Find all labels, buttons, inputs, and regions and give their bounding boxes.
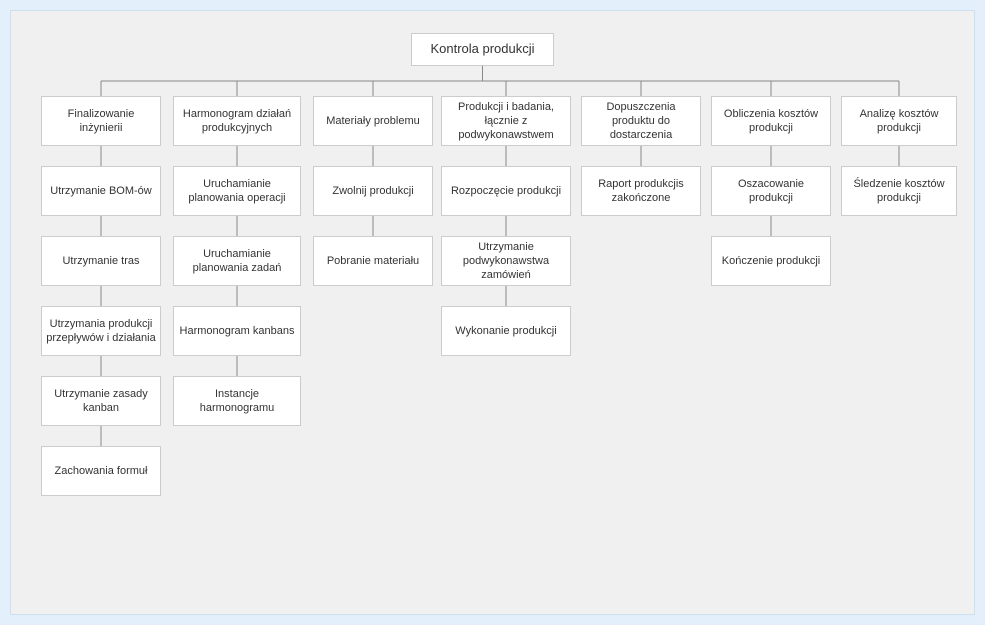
col2-item0: Zwolnij produkcji <box>313 166 433 216</box>
col3-item0: Rozpoczęcie produkcji <box>441 166 571 216</box>
col5-item0: Oszacowanie produkcji <box>711 166 831 216</box>
col0-item1: Utrzymanie tras <box>41 236 161 286</box>
col0-item0: Utrzymanie BOM-ów <box>41 166 161 216</box>
col4-item0: Raport produkcjis zakończone <box>581 166 701 216</box>
col-head-4: Dopuszczenia produktu do dostarczenia <box>581 96 701 146</box>
col1-item2: Harmonogram kanbans <box>173 306 301 356</box>
col-head-3: Produkcji i badania, łącznie z podwykona… <box>441 96 571 146</box>
col-head-0: Finalizowanie inżynierii <box>41 96 161 146</box>
root-node: Kontrola produkcji <box>411 33 554 66</box>
col1-item3: Instancje harmonogramu <box>173 376 301 426</box>
col1-item1: Uruchamianie planowania zadań <box>173 236 301 286</box>
col-head-2: Materiały problemu <box>313 96 433 146</box>
col0-item4: Zachowania formuł <box>41 446 161 496</box>
col3-item2: Wykonanie produkcji <box>441 306 571 356</box>
col3-item1: Utrzymanie podwykonawstwa zamówień <box>441 236 571 286</box>
col-head-1: Harmonogram działań produkcyjnych <box>173 96 301 146</box>
col6-item0: Śledzenie kosztów produkcji <box>841 166 957 216</box>
col2-item1: Pobranie materiału <box>313 236 433 286</box>
diagram-frame: Kontrola produkcji Finalizowanie inżynie… <box>10 10 975 615</box>
col-head-6: Analizę kosztów produkcji <box>841 96 957 146</box>
col5-item1: Kończenie produkcji <box>711 236 831 286</box>
col0-item2: Utrzymania produkcji przepływów i działa… <box>41 306 161 356</box>
col-head-5: Obliczenia kosztów produkcji <box>711 96 831 146</box>
col1-item0: Uruchamianie planowania operacji <box>173 166 301 216</box>
col0-item3: Utrzymanie zasady kanban <box>41 376 161 426</box>
